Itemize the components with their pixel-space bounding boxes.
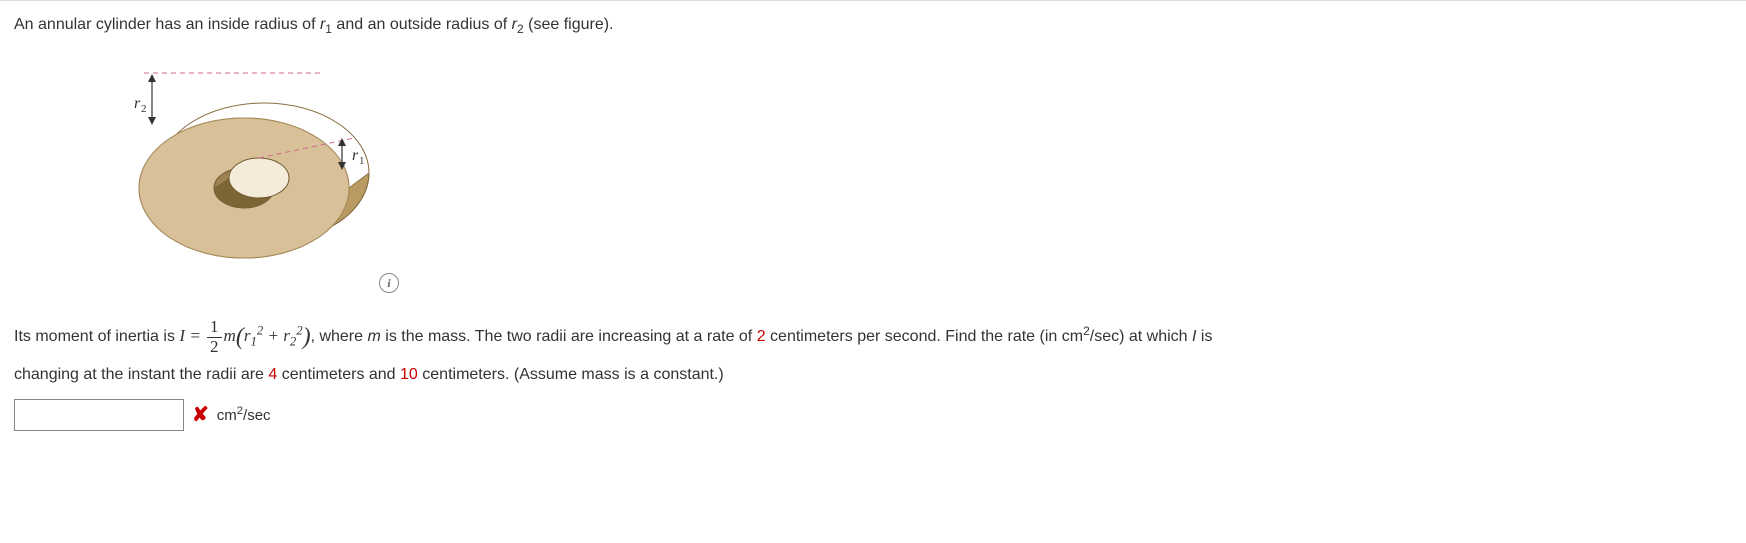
intro-text-3: (see figure). <box>524 16 614 33</box>
intro-text: An annular cylinder has an inside radius… <box>14 16 320 33</box>
question-text: Its moment of inertia is I = 12m(r12 + r… <box>14 318 1732 386</box>
r2-sub: 2 <box>517 22 524 36</box>
svg-text:r: r <box>352 147 359 164</box>
answer-row: ✘ cm2/sec <box>14 399 1732 431</box>
r1-sub: 1 <box>325 22 332 36</box>
answer-unit: cm2/sec <box>217 405 271 424</box>
svg-text:r: r <box>134 95 141 112</box>
r1-value: 4 <box>268 366 277 383</box>
r2-value: 10 <box>400 366 418 383</box>
answer-input[interactable] <box>14 399 184 431</box>
figure: r 2 r 1 i <box>94 58 414 308</box>
incorrect-icon: ✘ <box>192 405 209 425</box>
intro-text-2: and an outside radius of <box>332 16 512 33</box>
annular-cylinder-svg: r 2 r 1 <box>94 58 414 308</box>
svg-text:2: 2 <box>141 103 147 115</box>
svg-text:1: 1 <box>359 155 365 167</box>
rate-value: 2 <box>757 328 766 345</box>
intro-line: An annular cylinder has an inside radius… <box>14 13 1732 38</box>
fraction-half: 12 <box>207 318 222 356</box>
